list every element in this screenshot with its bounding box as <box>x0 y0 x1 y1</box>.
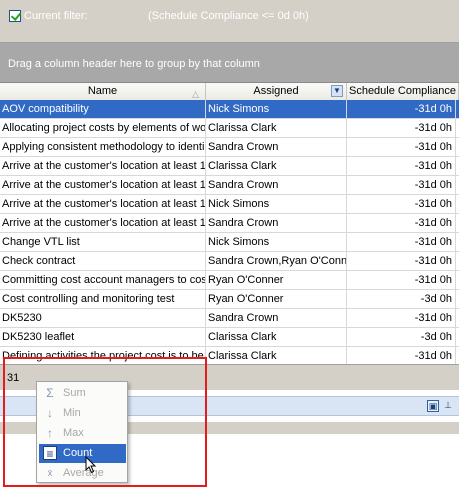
table-row[interactable]: Change VTL list Nick Simons -31d 0h <box>0 233 459 252</box>
pin-icon[interactable]: ⊥ <box>442 400 454 412</box>
column-header-label: Assigned <box>253 85 299 97</box>
filter-enabled-checkbox[interactable] <box>9 10 21 22</box>
cell-schedule-compliance: -31d 0h <box>347 100 456 118</box>
table-row[interactable]: Allocating project costs by elements of … <box>0 119 459 138</box>
cell-name: Cost controlling and monitoring test <box>0 290 206 308</box>
cell-schedule-compliance: -31d 0h <box>347 233 456 251</box>
cell-assigned: Clarissa Clark <box>206 119 347 137</box>
table-row[interactable]: Applying consistent methodology to ident… <box>0 138 459 157</box>
cell-schedule-compliance: -31d 0h <box>347 214 456 232</box>
highlight-box <box>3 357 207 487</box>
table-row[interactable]: Arrive at the customer's location at lea… <box>0 176 459 195</box>
filter-label: Current filter: <box>24 10 88 22</box>
cell-name: Arrive at the customer's location at lea… <box>0 157 206 175</box>
cell-assigned: Clarissa Clark <box>206 347 347 365</box>
cell-assigned: Clarissa Clark <box>206 328 347 346</box>
table-row[interactable]: Cost controlling and monitoring test Rya… <box>0 290 459 309</box>
cell-schedule-compliance: -31d 0h <box>347 176 456 194</box>
table-row[interactable]: Arrive at the customer's location at lea… <box>0 214 459 233</box>
cell-name: Arrive at the customer's location at lea… <box>0 195 206 213</box>
cell-schedule-compliance: -31d 0h <box>347 138 456 156</box>
cell-schedule-compliance: -31d 0h <box>347 157 456 175</box>
table-row[interactable]: Arrive at the customer's location at lea… <box>0 195 459 214</box>
cell-name: DK5230 <box>0 309 206 327</box>
cell-name: Arrive at the customer's location at lea… <box>0 214 206 232</box>
group-by-hint: Drag a column header here to group by th… <box>8 58 260 70</box>
grid-header: Name △ Assigned ▼ Schedule Compliance <box>0 83 459 100</box>
cell-name: Allocating project costs by elements of … <box>0 119 206 137</box>
cell-schedule-compliance: -31d 0h <box>347 271 456 289</box>
column-filter-dropdown-icon[interactable]: ▼ <box>331 85 343 97</box>
cell-schedule-compliance: -31d 0h <box>347 309 456 327</box>
cell-schedule-compliance: -31d 0h <box>347 119 456 137</box>
table-row[interactable]: DK5230 leaflet Clarissa Clark -3d 0h <box>0 328 459 347</box>
cell-assigned: Clarissa Clark <box>206 157 347 175</box>
cell-assigned: Sandra Crown <box>206 309 347 327</box>
cell-assigned: Ryan O'Conner <box>206 290 347 308</box>
cell-schedule-compliance: -31d 0h <box>347 347 456 365</box>
table-row[interactable]: Committing cost account managers to cost… <box>0 271 459 290</box>
column-header-schedule-compliance[interactable]: Schedule Compliance <box>347 83 459 100</box>
column-header-label: Schedule Compliance <box>348 85 456 97</box>
group-by-panel[interactable]: Drag a column header here to group by th… <box>0 43 459 83</box>
restore-icon[interactable]: ▣ <box>427 400 439 412</box>
cell-schedule-compliance: -3d 0h <box>347 290 456 308</box>
cell-assigned: Nick Simons <box>206 100 347 118</box>
cell-name: Applying consistent methodology to ident… <box>0 138 206 156</box>
cell-name: Arrive at the customer's location at lea… <box>0 176 206 194</box>
cell-name: AOV compatibility <box>0 100 206 118</box>
filter-expression[interactable]: (Schedule Compliance <= 0d 0h) <box>148 10 309 22</box>
table-row[interactable]: DK5230 Sandra Crown -31d 0h <box>0 309 459 328</box>
table-row[interactable]: Check contract Sandra Crown,Ryan O'Conn … <box>0 252 459 271</box>
cell-schedule-compliance: -31d 0h <box>347 252 456 270</box>
cell-name: Change VTL list <box>0 233 206 251</box>
grid-body: AOV compatibility Nick Simons -31d 0h Al… <box>0 100 459 366</box>
column-header-assigned[interactable]: Assigned ▼ <box>206 83 347 100</box>
cell-name: Committing cost account managers to cost <box>0 271 206 289</box>
column-header-label: Name <box>87 85 118 97</box>
column-header-name[interactable]: Name △ <box>0 83 206 100</box>
cell-assigned: Nick Simons <box>206 195 347 213</box>
table-row[interactable]: Arrive at the customer's location at lea… <box>0 157 459 176</box>
cell-assigned: Sandra Crown <box>206 176 347 194</box>
cell-schedule-compliance: -3d 0h <box>347 328 456 346</box>
filter-bar: Current filter: (Schedule Compliance <= … <box>0 0 459 43</box>
cell-name: DK5230 leaflet <box>0 328 206 346</box>
cell-schedule-compliance: -31d 0h <box>347 195 456 213</box>
cell-name: Check contract <box>0 252 206 270</box>
cell-assigned: Nick Simons <box>206 233 347 251</box>
table-row[interactable]: AOV compatibility Nick Simons -31d 0h <box>0 100 459 119</box>
cell-assigned: Sandra Crown,Ryan O'Conn <box>206 252 347 270</box>
cell-assigned: Ryan O'Conner <box>206 271 347 289</box>
cell-assigned: Sandra Crown <box>206 138 347 156</box>
cell-assigned: Sandra Crown <box>206 214 347 232</box>
